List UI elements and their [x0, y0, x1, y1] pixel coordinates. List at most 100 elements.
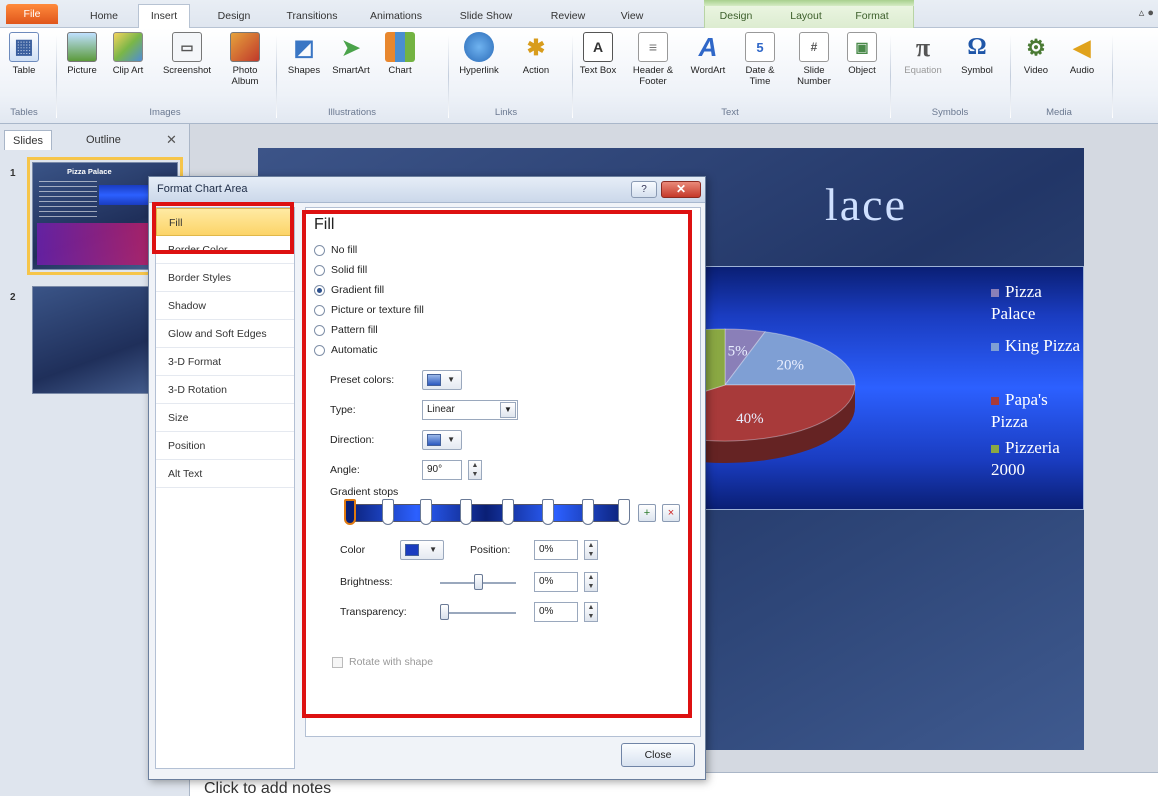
- equation-button[interactable]: π Equation: [898, 32, 948, 76]
- legend-label: Pizzeria 2000: [991, 438, 1060, 479]
- video-label: Video: [1023, 65, 1049, 76]
- group-separator: [1010, 34, 1011, 118]
- nav-size[interactable]: Size: [156, 404, 294, 432]
- nav-3d-rotation[interactable]: 3-D Rotation: [156, 376, 294, 404]
- tab-slides[interactable]: Slides: [4, 130, 52, 150]
- close-button[interactable]: Close: [621, 743, 695, 767]
- hyperlink-label: Hyperlink: [459, 65, 499, 76]
- smartart-label: SmartArt: [332, 65, 370, 76]
- tab-chart-layout[interactable]: Layout: [778, 6, 834, 28]
- group-separator: [276, 34, 277, 118]
- pie-data-label: 40%: [736, 411, 764, 427]
- close-pane-icon[interactable]: ✕: [166, 132, 177, 148]
- object-button[interactable]: ▣ Object: [842, 32, 882, 76]
- group-separator: [1112, 34, 1113, 118]
- text-box-icon: A: [583, 32, 613, 62]
- nav-border-styles[interactable]: Border Styles: [156, 264, 294, 292]
- tab-animations[interactable]: Animations: [360, 6, 432, 28]
- chart-label: Chart: [388, 65, 412, 76]
- tab-design[interactable]: Design: [208, 6, 260, 28]
- wordart-icon: A: [698, 31, 718, 62]
- symbol-label: Symbol: [961, 65, 993, 76]
- chart-button[interactable]: Chart: [380, 32, 420, 76]
- group-separator: [56, 34, 57, 118]
- shapes-label: Shapes: [287, 65, 321, 76]
- photo-album-button[interactable]: Photo Album: [222, 32, 268, 87]
- calendar-icon: 5: [745, 32, 775, 62]
- tab-outline[interactable]: Outline: [78, 130, 129, 150]
- shapes-button[interactable]: ◩ Shapes: [284, 32, 324, 76]
- picture-icon: [67, 32, 97, 62]
- group-images: Images: [149, 107, 181, 118]
- video-icon: ⚙: [1026, 34, 1046, 60]
- audio-label: Audio: [1069, 65, 1095, 76]
- group-symbols: Symbols: [931, 107, 969, 118]
- picture-button[interactable]: Picture: [62, 32, 102, 76]
- hyperlink-button[interactable]: Hyperlink: [454, 32, 504, 76]
- hyperlink-icon: [464, 32, 494, 62]
- ribbon-minimize-icon[interactable]: ▵ ●: [1139, 6, 1154, 19]
- nav-alt-text[interactable]: Alt Text: [156, 460, 294, 488]
- legend-label: King Pizza: [1005, 336, 1081, 355]
- pie-data-label: 20%: [776, 358, 804, 374]
- screenshot-button[interactable]: ▭ Screenshot: [160, 32, 214, 76]
- tab-chart-format[interactable]: Format: [844, 6, 900, 28]
- symbol-button[interactable]: Ω Symbol: [954, 32, 1000, 77]
- tab-chart-design[interactable]: Design: [706, 6, 766, 28]
- nav-shadow[interactable]: Shadow: [156, 292, 294, 320]
- table-button[interactable]: ▦ Table: [4, 32, 44, 76]
- legend-entry: Papa's Pizza: [991, 389, 1083, 433]
- legend-entry: King Pizza: [991, 335, 1080, 357]
- tab-review[interactable]: Review: [540, 6, 596, 28]
- slide-number: 2: [10, 292, 16, 303]
- legend-swatch: [991, 445, 999, 454]
- clip-art-button[interactable]: Clip Art: [108, 32, 148, 76]
- dialog-close-button[interactable]: ✕: [661, 181, 701, 198]
- photo-album-icon: [230, 32, 260, 62]
- action-label: Action: [522, 65, 550, 76]
- group-illustrations: Illustrations: [327, 107, 377, 118]
- clip-art-icon: [113, 32, 143, 62]
- smartart-icon: ➤: [341, 34, 361, 60]
- legend-swatch: [991, 343, 999, 352]
- audio-icon: ◀: [1073, 34, 1091, 60]
- audio-button[interactable]: ◀ Audio: [1062, 32, 1102, 76]
- equation-icon: π: [915, 32, 931, 62]
- tab-transitions[interactable]: Transitions: [276, 6, 348, 28]
- ribbon: ▦ Table Tables Picture Clip Art ▭ Screen…: [0, 28, 1158, 124]
- chart-icon: [385, 32, 415, 62]
- action-button[interactable]: ✱ Action: [516, 32, 556, 76]
- video-button[interactable]: ⚙ Video: [1016, 32, 1056, 76]
- equation-label: Equation: [904, 65, 942, 76]
- group-separator: [448, 34, 449, 118]
- screenshot-label: Screenshot: [162, 65, 212, 76]
- text-box-button[interactable]: A Text Box: [578, 32, 618, 76]
- highlight-box: [302, 210, 692, 718]
- header-footer-button[interactable]: ≡ Header & Footer: [626, 32, 680, 87]
- wordart-button[interactable]: A WordArt: [686, 31, 730, 77]
- legend-swatch: [991, 289, 999, 298]
- symbol-icon: Ω: [967, 33, 987, 60]
- dialog-titlebar[interactable]: Format Chart Area ? ✕: [149, 177, 705, 203]
- slide-number-button[interactable]: # Slide Number: [790, 32, 838, 87]
- thumbnail-title: Pizza Palace: [67, 167, 112, 176]
- nav-glow-soft-edges[interactable]: Glow and Soft Edges: [156, 320, 294, 348]
- slide-number-icon: #: [799, 32, 829, 62]
- tab-home[interactable]: Home: [78, 6, 130, 28]
- tab-slide-show[interactable]: Slide Show: [450, 6, 522, 28]
- nav-position[interactable]: Position: [156, 432, 294, 460]
- help-button[interactable]: ?: [631, 181, 657, 198]
- wordart-label: WordArt: [690, 65, 726, 76]
- object-icon: ▣: [847, 32, 877, 62]
- tab-insert[interactable]: Insert: [138, 4, 190, 29]
- legend-swatch: [991, 397, 999, 406]
- tab-view[interactable]: View: [604, 6, 660, 28]
- group-tables: Tables: [10, 107, 38, 118]
- table-icon: ▦: [9, 32, 39, 62]
- smartart-button[interactable]: ➤ SmartArt: [328, 32, 374, 76]
- tab-file[interactable]: File: [6, 4, 58, 24]
- slide-number: 1: [10, 168, 16, 179]
- nav-3d-format[interactable]: 3-D Format: [156, 348, 294, 376]
- group-separator: [572, 34, 573, 118]
- date-time-button[interactable]: 5 Date & Time: [736, 32, 784, 87]
